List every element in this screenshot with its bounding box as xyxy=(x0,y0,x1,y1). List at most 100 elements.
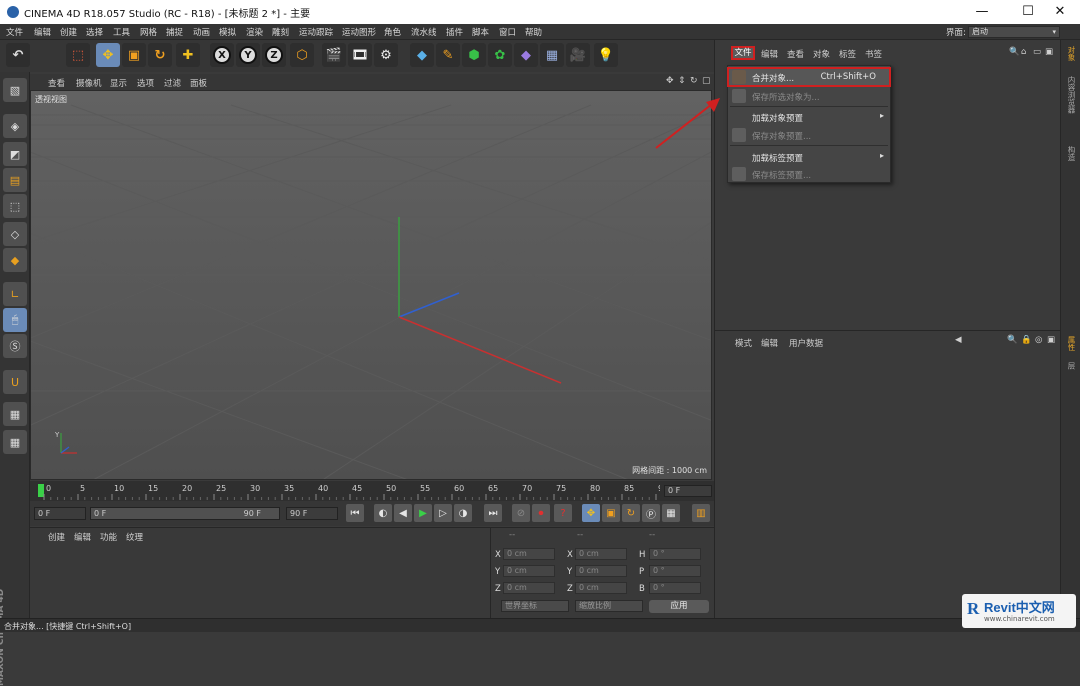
render-view-icon[interactable]: 🎬 xyxy=(322,43,346,67)
material-menu-create[interactable]: 创建 xyxy=(48,531,65,543)
menu-snap[interactable]: 捕捉 xyxy=(166,26,183,38)
point-level-animation-icon[interactable]: ▦ xyxy=(662,504,680,522)
light-object-icon[interactable]: 💡 xyxy=(594,43,618,67)
menu-render[interactable]: 渲染 xyxy=(246,26,263,38)
rot-b-field[interactable]: 0 ° xyxy=(649,582,701,594)
workplane-lock-icon[interactable]: ▦ xyxy=(3,402,27,426)
scale-tool-icon[interactable]: ▣ xyxy=(122,43,146,67)
planar-workplane-icon[interactable]: ▦ xyxy=(3,430,27,454)
viewport-menu-view[interactable]: 查看 xyxy=(48,77,65,89)
workplane-mode-icon[interactable]: ▤ xyxy=(3,168,27,192)
make-editable-icon[interactable]: ▧ xyxy=(3,78,27,102)
menu-plugins[interactable]: 插件 xyxy=(446,26,463,38)
solo-mode-icon[interactable]: Ⓢ xyxy=(3,334,27,358)
model-mode-icon[interactable]: ◈ xyxy=(3,114,27,138)
apply-button[interactable]: 应用 xyxy=(649,600,709,613)
scale-track-icon[interactable]: ▣ xyxy=(602,504,620,522)
rotation-track-icon[interactable]: ↻ xyxy=(622,504,640,522)
cube-object-icon[interactable]: ◆ xyxy=(410,43,434,67)
material-menu-texture[interactable]: 纹理 xyxy=(126,531,143,543)
object-menu-view[interactable]: 查看 xyxy=(787,48,804,60)
edges-mode-icon[interactable]: ◇ xyxy=(3,222,27,246)
menu-simulate[interactable]: 模拟 xyxy=(219,26,236,38)
viewport-menu-display[interactable]: 显示 xyxy=(110,77,127,89)
tab-structure[interactable]: 构造 xyxy=(1066,146,1077,161)
menu-pipeline[interactable]: 流水线 xyxy=(411,26,437,38)
minimize-button[interactable]: — xyxy=(962,3,1002,21)
material-menu-edit[interactable]: 编辑 xyxy=(74,531,91,543)
tab-attributes[interactable]: 属性 xyxy=(1066,336,1077,351)
close-button[interactable]: ✕ xyxy=(1040,3,1080,21)
menu-item-save-selected[interactable]: 保存所选对象为... xyxy=(728,87,890,105)
points-mode-icon[interactable]: ⬚ xyxy=(3,194,27,218)
tab-content-browser[interactable]: 内容浏览器 xyxy=(1066,76,1077,114)
play-forward-icon[interactable]: ▶ xyxy=(414,504,432,522)
perspective-viewport[interactable]: Y 透视视图 网格间距 : 1000 cm xyxy=(30,90,712,480)
next-key-icon[interactable]: ◑ xyxy=(454,504,472,522)
tab-objects[interactable]: 对象 xyxy=(1066,46,1077,61)
home-icon[interactable]: ⌂ xyxy=(1021,47,1026,57)
menu-window[interactable]: 窗口 xyxy=(499,26,516,38)
rotate-navigation-icon[interactable]: ↻ xyxy=(690,76,698,86)
menu-item-save-tag-preset[interactable]: 保存标签预置... xyxy=(728,165,890,183)
camera-object-icon[interactable]: 🎥 xyxy=(566,43,590,67)
timeline-playhead[interactable] xyxy=(38,484,44,497)
timeline-ruler[interactable]: 0 5 10 15 20 25 30 35 40 45 50 55 60 65 70 75 80 85 90 xyxy=(30,481,714,501)
go-to-start-icon[interactable]: ⏮ xyxy=(346,504,364,522)
enable-axis-icon[interactable]: ∟ xyxy=(3,282,27,306)
menu-tools[interactable]: 工具 xyxy=(113,26,130,38)
start-frame-field[interactable]: 0 F xyxy=(34,507,86,520)
size-mode-select[interactable]: 缩放比例 xyxy=(575,600,643,612)
viewport-menu-filter[interactable]: 过滤 xyxy=(164,77,181,89)
deformer-icon[interactable]: ◆ xyxy=(514,43,538,67)
previous-frame-icon[interactable]: ◀ xyxy=(394,504,412,522)
attribute-menu-edit[interactable]: 编辑 xyxy=(761,337,778,349)
preview-range-slider[interactable]: 0 F 90 F xyxy=(90,507,280,520)
menu-select[interactable]: 选择 xyxy=(86,26,103,38)
toggle-view-icon[interactable]: ▢ xyxy=(702,76,711,86)
search-icon[interactable]: 🔍 xyxy=(1009,47,1020,57)
menu-animate[interactable]: 动画 xyxy=(193,26,210,38)
new-panel-icon[interactable]: ▣ xyxy=(1047,335,1055,345)
keyframe-selection-icon[interactable]: ? xyxy=(554,504,572,522)
subdivision-surface-icon[interactable]: ⬢ xyxy=(462,43,486,67)
menu-file[interactable]: 文件 xyxy=(6,26,23,38)
new-panel-icon[interactable]: ▣ xyxy=(1045,47,1053,57)
target-icon[interactable]: ◎ xyxy=(1035,335,1042,345)
menu-help[interactable]: 帮助 xyxy=(525,26,542,38)
zoom-navigation-icon[interactable]: ⇕ xyxy=(678,76,686,86)
timeline-window-icon[interactable]: ▥ xyxy=(692,504,710,522)
viewport-menu-options[interactable]: 选项 xyxy=(137,77,154,89)
snap-magnet-icon[interactable]: U xyxy=(3,370,27,394)
previous-key-icon[interactable]: ◐ xyxy=(374,504,392,522)
live-selection-icon[interactable]: ⬚ xyxy=(66,43,90,67)
array-generator-icon[interactable]: ✿ xyxy=(488,43,512,67)
parameter-track-icon[interactable]: Ⓟ xyxy=(642,504,660,522)
menu-mesh[interactable]: 网格 xyxy=(140,26,157,38)
size-x-field[interactable]: 0 cm xyxy=(575,548,627,560)
position-track-icon[interactable]: ✥ xyxy=(582,504,600,522)
x-axis-lock-icon[interactable]: X xyxy=(210,43,234,67)
object-menu-bookmarks[interactable]: 书签 xyxy=(865,48,882,60)
menu-character[interactable]: 角色 xyxy=(384,26,401,38)
rot-h-field[interactable]: 0 ° xyxy=(649,548,701,560)
menu-sculpt[interactable]: 雕刻 xyxy=(272,26,289,38)
z-axis-lock-icon[interactable]: Z xyxy=(262,43,286,67)
menu-motion-tracking[interactable]: 运动跟踪 xyxy=(299,26,333,38)
attribute-menu-userdata[interactable]: 用户数据 xyxy=(789,337,823,349)
render-picture-viewer-icon[interactable]: 🎞 xyxy=(348,43,372,67)
object-menu-file[interactable]: 文件 xyxy=(731,46,755,60)
last-tool-icon[interactable]: ✚ xyxy=(176,43,200,67)
current-frame-field[interactable]: 0 F xyxy=(664,485,712,497)
object-menu-edit[interactable]: 编辑 xyxy=(761,48,778,60)
pos-z-field[interactable]: 0 cm xyxy=(503,582,555,594)
object-menu-tags[interactable]: 标签 xyxy=(839,48,856,60)
interface-layout-select[interactable]: 启动 ▾ xyxy=(968,26,1060,38)
polygons-mode-icon[interactable]: ◆ xyxy=(3,248,27,272)
floor-object-icon[interactable]: ▦ xyxy=(540,43,564,67)
pen-spline-icon[interactable]: ✎ xyxy=(436,43,460,67)
pos-x-field[interactable]: 0 cm xyxy=(503,548,555,560)
menu-item-load-tag-preset[interactable]: 加载标签预置 ▸ xyxy=(728,148,890,166)
menu-create[interactable]: 创建 xyxy=(60,26,77,38)
size-y-field[interactable]: 0 cm xyxy=(575,565,627,577)
